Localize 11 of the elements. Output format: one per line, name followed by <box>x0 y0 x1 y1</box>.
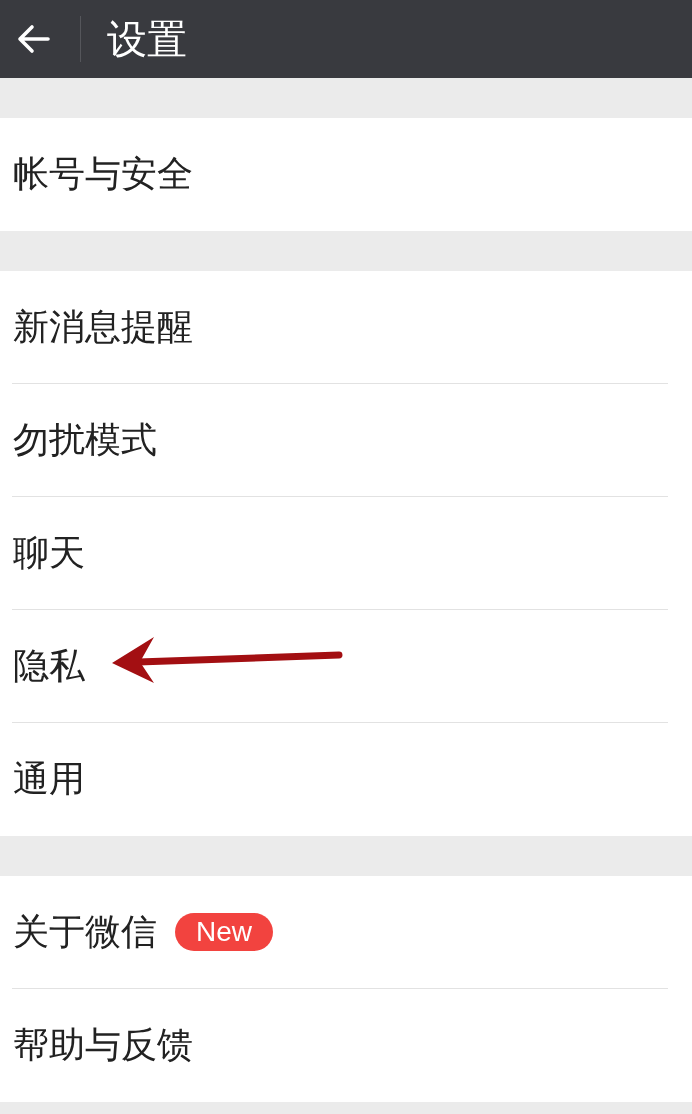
settings-item[interactable]: 隐私 <box>13 641 85 691</box>
new-badge: New <box>175 913 273 951</box>
settings-item[interactable]: 聊天 <box>13 528 85 578</box>
settings-item[interactable]: 关于微信 <box>13 907 157 957</box>
back-icon[interactable] <box>16 24 50 54</box>
settings-item[interactable]: 通用 <box>13 755 85 804</box>
settings-item[interactable]: 新消息提醒 <box>13 302 193 352</box>
screen-title: 设置 <box>107 14 187 64</box>
settings-item[interactable]: 勿扰模式 <box>13 415 157 465</box>
settings-item[interactable]: 帐号与安全 <box>13 150 193 199</box>
settings-item[interactable]: 帮助与反馈 <box>13 1021 193 1070</box>
